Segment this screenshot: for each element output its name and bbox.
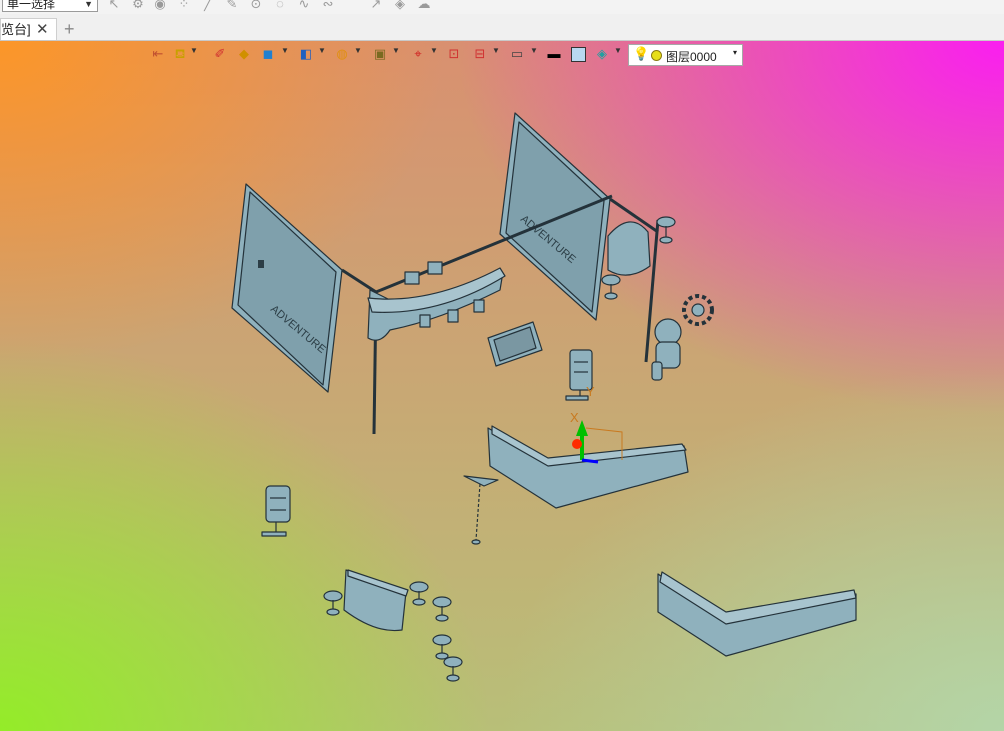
arc-tool-icon[interactable]: ⌒ bbox=[344, 0, 360, 12]
left-banner-panel[interactable]: ADVENTURE bbox=[231, 183, 343, 393]
fill-icon[interactable]: ◈ bbox=[392, 0, 408, 12]
curved-desk-with-chairs[interactable] bbox=[367, 261, 506, 341]
3d-scene: ADVENTURE ADVENTURE X Y bbox=[231, 112, 857, 682]
line-icon[interactable]: ╱ bbox=[200, 0, 216, 12]
scatter-icon[interactable]: ⁘ bbox=[176, 0, 192, 12]
tab-label: 览台] bbox=[1, 22, 31, 37]
chevron-down-icon[interactable]: ▼ bbox=[84, 0, 93, 13]
selection-mode-value: 单一选择 bbox=[7, 0, 56, 11]
top-toolbar: 单一选择 ▼ ↖ ⚙ ◉ ⁘ ╱ ✎ ⊙ ◌ ∿ ∾ ⌒ ↗ ◈ ☁ bbox=[0, 0, 1004, 14]
right-banner-panel[interactable]: ADVENTURE bbox=[499, 112, 611, 321]
display-monitor[interactable] bbox=[487, 321, 543, 367]
add-tab-button[interactable]: + bbox=[64, 18, 75, 40]
floor-lamp[interactable] bbox=[463, 475, 499, 545]
l-counter-center[interactable] bbox=[487, 425, 689, 509]
l-counter-lower-right[interactable] bbox=[657, 571, 857, 657]
selection-mode-dropdown[interactable]: 单一选择 ▼ bbox=[2, 0, 98, 12]
bar-desk-with-stools[interactable] bbox=[323, 569, 463, 682]
robot-mascot[interactable] bbox=[651, 294, 714, 381]
circle-icon[interactable]: ⊙ bbox=[248, 0, 264, 12]
arrow-icon[interactable]: ↗ bbox=[368, 0, 384, 12]
document-tab-bar: 览台] ✕ + bbox=[0, 14, 1004, 41]
spline-icon[interactable]: ∾ bbox=[320, 0, 336, 12]
arc-icon[interactable]: ◌ bbox=[272, 0, 288, 12]
small-kiosk[interactable] bbox=[261, 485, 291, 537]
pen-icon[interactable]: ✎ bbox=[224, 0, 240, 12]
3d-viewport[interactable]: ⇤ ⛾ ▼ ✐ ◆ ◼ ▼ ◧ ▼ ◍ ▼ ▣ ▼ ⌖ ▼ ⊡ ⊟ ▼ ▭ ▼ … bbox=[0, 41, 1004, 731]
axis-y-label: Y bbox=[586, 384, 595, 399]
gear-icon[interactable]: ⚙ bbox=[130, 0, 146, 12]
play-icon[interactable]: ◉ bbox=[152, 0, 168, 12]
close-icon[interactable]: ✕ bbox=[36, 19, 49, 41]
curve-icon[interactable]: ∿ bbox=[296, 0, 312, 12]
tab-document[interactable]: 览台] ✕ bbox=[0, 18, 57, 40]
reception-booth[interactable] bbox=[601, 216, 676, 300]
cloud-icon[interactable]: ☁ bbox=[416, 0, 432, 12]
axis-x-label: X bbox=[570, 410, 579, 425]
cursor-icon[interactable]: ↖ bbox=[106, 0, 122, 12]
